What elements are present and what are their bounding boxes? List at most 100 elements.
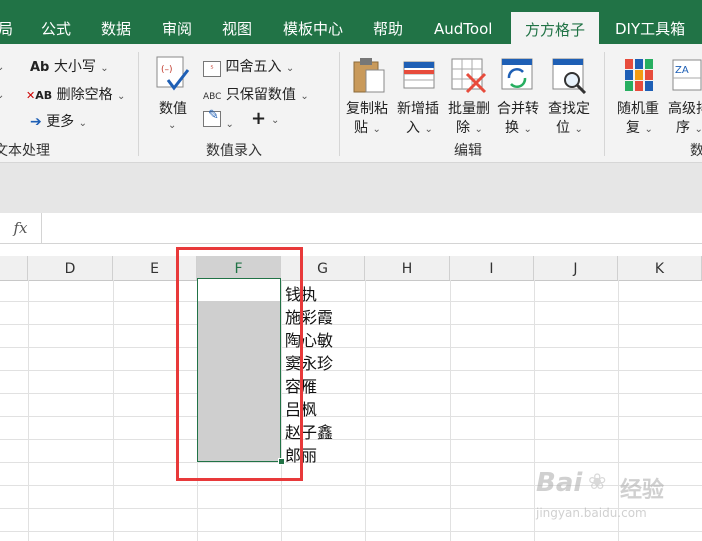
highlight-annotation — [176, 247, 303, 481]
plus-button[interactable]: + — [251, 108, 266, 129]
chevron-down-icon: ⌄ — [372, 124, 381, 135]
merge-convert-icon — [501, 58, 537, 94]
col-line — [534, 280, 535, 541]
tab-help[interactable]: 帮助 — [373, 0, 403, 44]
copy-paste-icon — [352, 56, 388, 94]
chevron-down-icon: ⌄ — [424, 124, 433, 135]
edit-format-button[interactable]: ✎ ⌄ — [203, 108, 234, 131]
column-header-row: D E F G H I J K — [0, 256, 702, 281]
merge-convert-button[interactable]: 换 ⌄ — [505, 117, 532, 137]
group-label-data: 数 — [690, 143, 702, 159]
chevron-down-icon: ⌄ — [117, 91, 126, 102]
tab-template-center[interactable]: 模板中心 — [283, 0, 343, 44]
baidu-watermark: Bai ❀ 经验 jingyan.baidu.com — [536, 468, 696, 528]
case-button[interactable]: Ab 大小写 ⌄ — [30, 56, 109, 76]
chevron-down-icon: ⌄ — [474, 124, 483, 135]
batch-delete-button[interactable]: 除 ⌄ — [456, 117, 483, 137]
watermark-text: 经验 — [620, 478, 665, 503]
plus-chevron-icon[interactable]: ⌄ — [271, 111, 279, 127]
tab-data[interactable]: 数据 — [101, 0, 131, 44]
find-locate-button[interactable]: 位 ⌄ — [556, 117, 583, 137]
group-separator — [339, 52, 340, 156]
column-header-prev[interactable] — [0, 256, 28, 280]
svg-text:(–): (–) — [161, 65, 173, 75]
chevron-down-icon: ⌄ — [285, 63, 295, 74]
remove-space-button[interactable]: ✕AB 删除空格 ⌄ — [26, 84, 125, 104]
add-insert-label[interactable]: 新增插 — [397, 98, 439, 118]
advanced-sort-label[interactable]: 高级排 — [668, 98, 702, 118]
row-line — [0, 531, 702, 532]
row-line — [0, 347, 702, 348]
find-locate-label[interactable]: 查找定 — [548, 98, 590, 118]
column-header-k[interactable]: K — [618, 256, 702, 280]
watermark-logo: Bai — [536, 468, 583, 498]
chevron-down-icon: ⌄ — [225, 119, 234, 130]
add-insert-icon — [403, 58, 437, 92]
random-repeat-label[interactable]: 随机重 — [617, 98, 659, 118]
chevron-down-icon: ⌄ — [694, 124, 702, 135]
keep-number-button[interactable]: ABC 只保留数值 ⌄ — [203, 84, 309, 104]
column-header-i[interactable]: I — [450, 256, 534, 280]
chevron-down-icon: ⌄ — [78, 118, 88, 129]
value-icon: (–) — [156, 56, 190, 94]
row-line — [0, 301, 702, 302]
tab-review[interactable]: 审阅 — [162, 0, 192, 44]
group-label-edit: 编辑 — [454, 143, 482, 159]
chevron-down-icon: ⌄ — [574, 124, 583, 135]
tab-diy-toolbox[interactable]: DIY工具箱 — [615, 0, 685, 44]
row-line — [0, 324, 702, 325]
column-header-d[interactable]: D — [28, 256, 113, 280]
group-separator — [604, 52, 605, 156]
random-repeat-button[interactable]: 复 ⌄ — [626, 117, 653, 137]
remove-icon: ✕ — [26, 89, 36, 102]
svg-text:ZA: ZA — [675, 65, 689, 76]
row-line — [0, 416, 702, 417]
arrow-right-icon: ➔ — [30, 114, 42, 130]
row-line — [0, 370, 702, 371]
col-line — [450, 280, 451, 541]
abc-icon: ABC — [203, 92, 222, 102]
add-insert-button[interactable]: 入 ⌄ — [406, 117, 433, 137]
formula-bar: fx — [0, 213, 702, 244]
toolbar-band — [0, 163, 702, 213]
tab-audtool[interactable]: AudTool — [434, 0, 492, 44]
tab-formulas[interactable]: 公式 — [41, 0, 71, 44]
advanced-sort-icon: ZA — [672, 58, 702, 92]
chevron-down-icon: ⌄ — [523, 124, 532, 135]
value-chevron-icon[interactable]: ⌄ — [168, 116, 176, 132]
tab-view[interactable]: 视图 — [222, 0, 252, 44]
watermark-url: jingyan.baidu.com — [536, 506, 647, 520]
copy-paste-label[interactable]: 复制粘 — [346, 98, 388, 118]
col-line — [113, 280, 114, 541]
value-button[interactable]: 数值 — [159, 98, 187, 118]
left-chevron-icon-2: ⌄ — [0, 90, 5, 101]
random-repeat-icon — [624, 58, 654, 92]
case-icon: Ab — [30, 60, 50, 75]
chevron-down-icon: ⌄ — [100, 63, 109, 74]
fx-icon[interactable]: fx — [0, 213, 42, 243]
merge-convert-label[interactable]: 合并转 — [497, 98, 539, 118]
tab-layout[interactable]: 局 — [0, 0, 13, 44]
group-label-text: 文本处理 — [0, 143, 50, 159]
row-line — [0, 462, 702, 463]
paw-icon: ❀ — [588, 470, 607, 495]
round-icon: ⁵ — [203, 61, 221, 77]
col-line — [28, 280, 29, 541]
ribbon-tab-bar: 局 公式 数据 审阅 视图 模板中心 帮助 AudTool 方方格子 DIY工具… — [0, 0, 702, 60]
row-line — [0, 439, 702, 440]
copy-paste-button[interactable]: 贴 ⌄ — [354, 117, 381, 137]
round-button[interactable]: ⁵ 四舍五入 ⌄ — [203, 56, 294, 77]
batch-delete-label[interactable]: 批量删 — [448, 98, 490, 118]
formula-input[interactable] — [44, 213, 702, 243]
chevron-down-icon: ⌄ — [644, 124, 653, 135]
batch-delete-icon — [451, 58, 487, 94]
left-chevron-icon: ⌄ — [0, 62, 5, 73]
more-button[interactable]: ➔ 更多 ⌄ — [30, 111, 87, 131]
pen-box-icon: ✎ — [203, 108, 221, 127]
chevron-down-icon: ⌄ — [300, 91, 309, 102]
group-label-number: 数值录入 — [206, 143, 262, 159]
col-line — [365, 280, 366, 541]
column-header-j[interactable]: J — [534, 256, 618, 280]
advanced-sort-button[interactable]: 序 ⌄ — [676, 117, 702, 137]
column-header-h[interactable]: H — [365, 256, 450, 280]
